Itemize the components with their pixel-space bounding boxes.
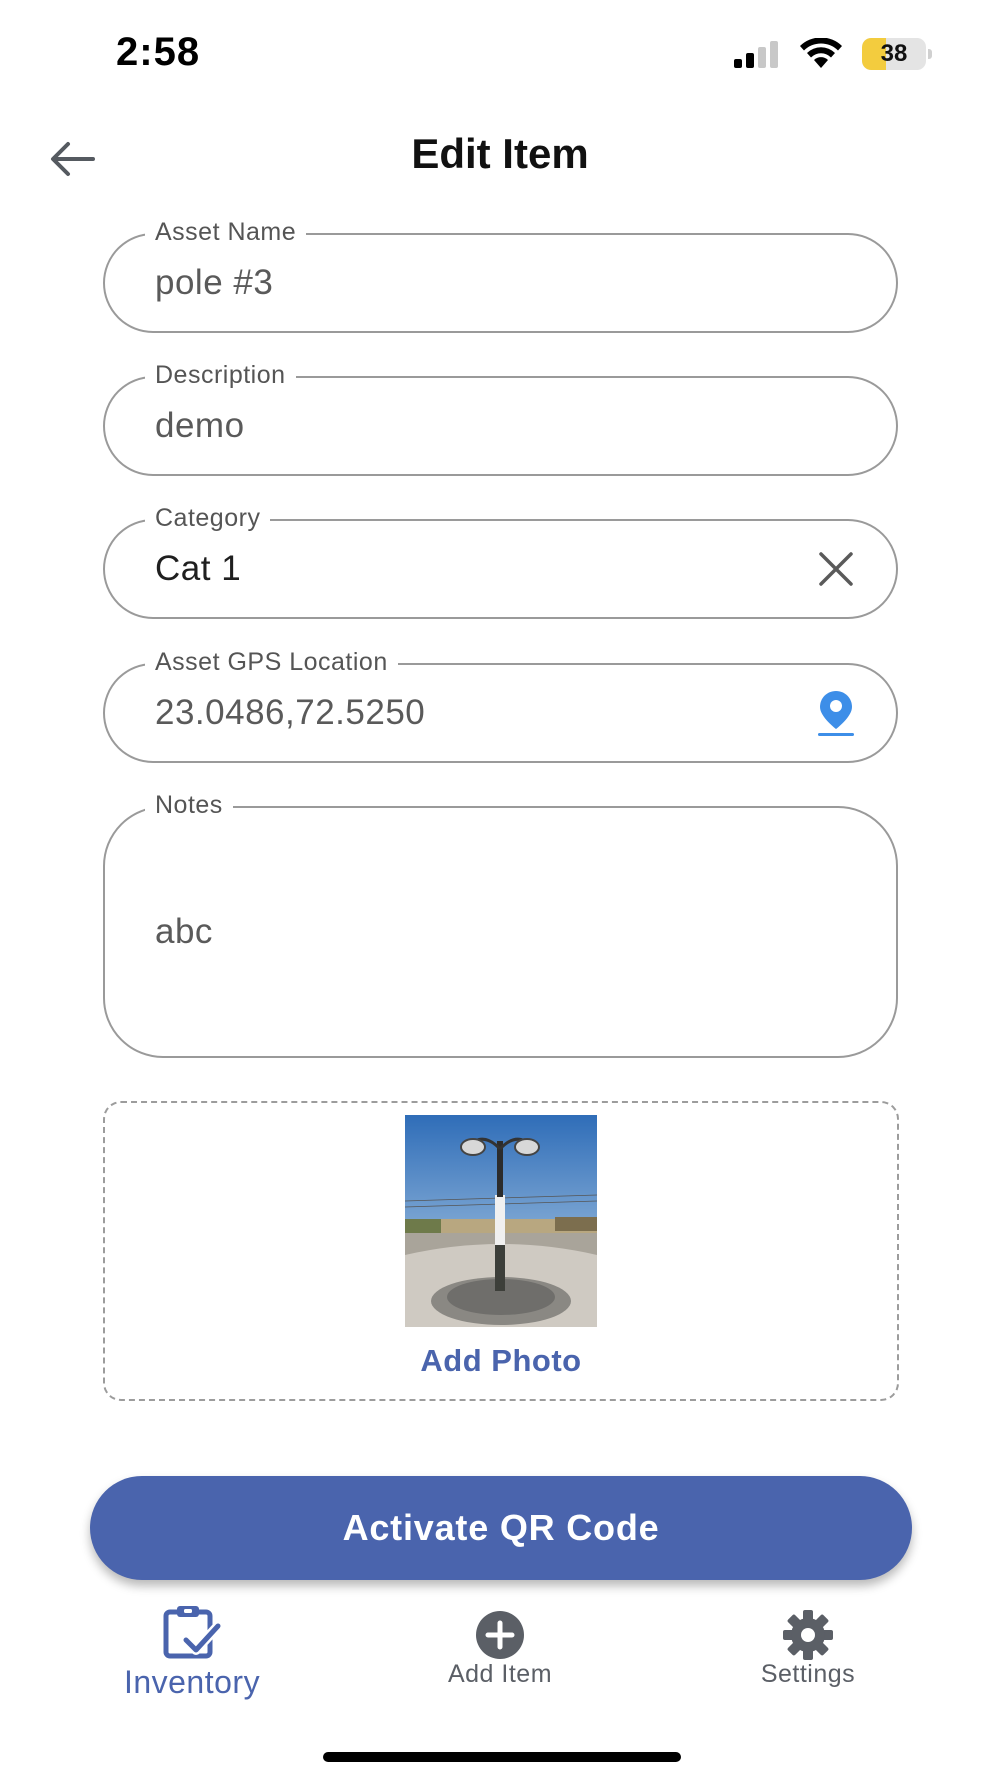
battery-percent: 38 — [880, 40, 908, 67]
wifi-icon — [800, 38, 842, 68]
bottom-navigation: Inventory Add Item Settings — [0, 1598, 1000, 1718]
cellular-signal-icon — [734, 41, 778, 68]
category-field[interactable]: Category Cat 1 — [103, 504, 898, 619]
tab-inventory-label: Inventory — [123, 1664, 261, 1700]
description-input[interactable]: demo — [155, 378, 245, 474]
gear-icon — [783, 1610, 833, 1660]
battery-icon: 38 — [862, 38, 932, 70]
page-title: Edit Item — [411, 130, 589, 177]
category-select[interactable]: Cat 1 — [155, 521, 241, 617]
notes-field[interactable]: Notes abc — [103, 791, 898, 1058]
location-pin-icon — [818, 691, 854, 736]
status-time: 2:58 — [116, 30, 201, 74]
clear-category-button[interactable] — [816, 549, 856, 589]
asset-photo-thumbnail[interactable] — [405, 1115, 597, 1327]
street-lamp-photo — [405, 1115, 597, 1327]
tab-add-item-label: Add Item — [447, 1660, 553, 1688]
tab-settings[interactable]: Settings — [688, 1598, 928, 1708]
activate-qr-code-button[interactable]: Activate QR Code — [90, 1476, 912, 1580]
photo-upload-area[interactable]: Add Photo — [103, 1101, 899, 1401]
tab-add-item[interactable]: Add Item — [380, 1598, 620, 1708]
asset-name-field[interactable]: Asset Name pole #3 — [103, 218, 898, 333]
status-bar: 2:58 38 — [0, 0, 1000, 110]
gps-location-field[interactable]: Asset GPS Location 23.0486,72.5250 — [103, 648, 898, 763]
gps-location-input[interactable]: 23.0486,72.5250 — [155, 665, 425, 761]
clipboard-check-icon — [163, 1606, 223, 1659]
description-field[interactable]: Description demo — [103, 361, 898, 476]
tab-settings-label: Settings — [760, 1660, 856, 1688]
home-indicator — [323, 1752, 681, 1762]
pick-location-button[interactable] — [816, 689, 856, 737]
tab-inventory[interactable]: Inventory — [72, 1598, 312, 1708]
notes-textarea[interactable]: abc — [155, 808, 213, 1056]
asset-name-input[interactable]: pole #3 — [155, 235, 273, 331]
add-photo-button[interactable]: Add Photo — [105, 1343, 897, 1379]
close-icon — [819, 552, 853, 586]
plus-circle-icon — [476, 1611, 524, 1659]
